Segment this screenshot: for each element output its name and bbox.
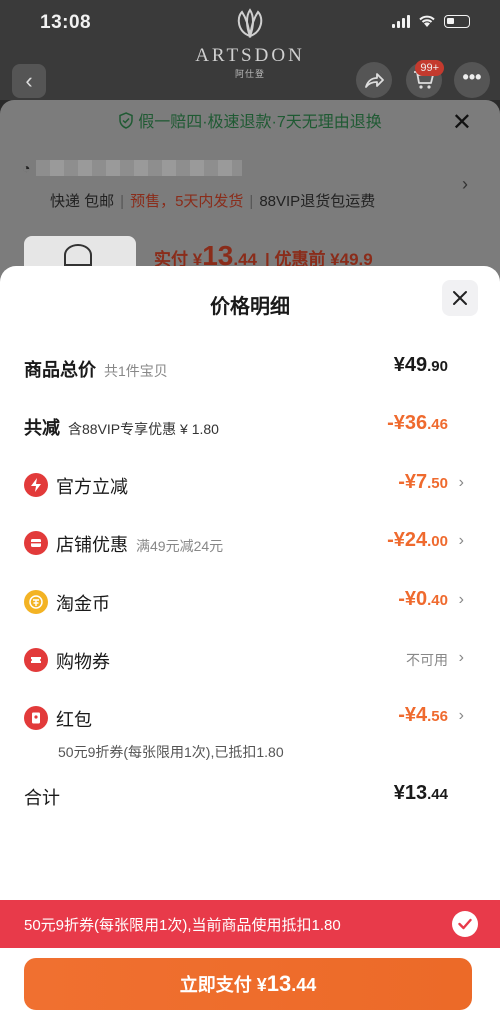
chevron-right-icon: › <box>458 649 464 666</box>
promo-text: 50元9折券(每张限用1次),当前商品使用抵扣1.80 <box>24 917 341 934</box>
product-thumbnail <box>24 236 136 270</box>
battery-icon <box>444 14 470 28</box>
leaf-logo-icon <box>237 8 263 39</box>
red-packet-icon <box>24 706 48 730</box>
ship-vip: 88VIP退货包运费 <box>259 193 376 210</box>
ship-presale: 预售，5天内发货 <box>130 193 244 210</box>
row-label: 合计 <box>24 788 60 808</box>
price-detail-sheet: 价格明细 商品总价 共1件宝贝 ¥49.90 共减 含88VIP专享优惠 ¥ 1.8… <box>0 266 500 1019</box>
ticket-icon <box>24 648 48 672</box>
row-amount: -¥24.00 <box>387 529 448 551</box>
row-label: 共减 含88VIP专享优惠 ¥ 1.80 <box>24 418 219 438</box>
sheet-title: 价格明细 <box>210 296 290 318</box>
row-sub: 共1件宝贝 <box>104 363 168 379</box>
close-icon <box>453 291 467 305</box>
close-button[interactable] <box>442 280 478 316</box>
store-icon <box>24 531 48 555</box>
chevron-left-icon: ‹ <box>25 68 33 93</box>
back-button[interactable]: ‹ <box>12 64 46 98</box>
guarantee-text: 假一赔四·极速退款·7天无理由退换 <box>138 114 382 131</box>
row-total-discount: 共减 含88VIP专享优惠 ¥ 1.80 -¥36.46 <box>24 412 472 442</box>
close-icon[interactable]: ✕ <box>452 108 472 137</box>
row-label: 淘金币 <box>56 594 110 614</box>
row-grand-total: 合计 ¥13.44 <box>24 782 472 812</box>
red-packet-note: 50元9折券(每张限用1次),已抵扣1.80 <box>58 744 284 760</box>
share-icon <box>365 73 384 88</box>
ship-express: 快递 包邮 <box>50 193 115 210</box>
row-label: 商品总价 共1件宝贝 <box>24 360 168 380</box>
share-button[interactable] <box>356 62 392 98</box>
row-label: 购物券 <box>56 652 110 672</box>
brand-name: ARTSDON <box>195 45 305 66</box>
coupon-promo-bar[interactable]: 50元9折券(每张限用1次),当前商品使用抵扣1.80 <box>0 900 500 948</box>
shipping-row[interactable]: ◔ 快递 包邮 | 预售，5天内发货 | 88VIP退货包运费 › <box>22 156 478 216</box>
pay-now-button[interactable]: 立即支付 ¥13.44 <box>24 958 472 1010</box>
chevron-right-icon: › <box>462 174 468 194</box>
cart-count-badge: 99+ <box>415 60 444 76</box>
wifi-icon <box>419 15 435 27</box>
row-label: 红包 <box>56 710 92 730</box>
signal-icon <box>392 14 410 28</box>
row-amount: -¥4.56 <box>398 704 448 726</box>
address-redacted <box>36 160 242 176</box>
coin-icon <box>24 590 48 614</box>
brand-subtitle: 阿仕登 <box>234 69 265 79</box>
row-amount: -¥7.50 <box>398 471 448 493</box>
checkmark-icon[interactable] <box>452 911 478 937</box>
row-taojinbi[interactable]: 淘金币 -¥0.40 › <box>24 588 472 618</box>
row-label: 官方立减 <box>56 477 128 497</box>
row-shopping-voucher[interactable]: 购物券 不可用 › <box>24 646 472 676</box>
more-button[interactable]: ••• <box>454 62 490 98</box>
row-red-packet[interactable]: 红包 -¥4.56 › <box>24 704 472 734</box>
chevron-right-icon: › <box>458 707 464 724</box>
chevron-right-icon: › <box>458 591 464 608</box>
lightning-icon <box>24 473 48 497</box>
pay-int: 13 <box>266 971 292 996</box>
row-amount: ¥49.90 <box>393 354 448 376</box>
status-time: 13:08 <box>40 12 92 33</box>
status-icons <box>392 14 470 28</box>
chevron-right-icon: › <box>458 474 464 491</box>
row-sub: 含88VIP专享优惠 ¥ 1.80 <box>68 421 219 437</box>
location-icon: ◔ <box>22 160 31 176</box>
row-total-price: 商品总价 共1件宝贝 ¥49.90 <box>24 354 472 384</box>
row-amount: -¥0.40 <box>398 588 448 610</box>
shield-icon <box>119 112 133 129</box>
row-label: 店铺优惠 满49元减24元 <box>56 535 224 555</box>
pay-dec: .44 <box>291 975 317 995</box>
shipping-info: 快递 包邮 | 预售，5天内发货 | 88VIP退货包运费 <box>50 193 376 210</box>
row-amount: -¥36.46 <box>387 412 448 434</box>
row-official-discount[interactable]: 官方立减 -¥7.50 › <box>24 471 472 501</box>
brand-logo: ARTSDON 阿仕登 <box>188 8 312 80</box>
pay-label: 立即支付 ¥ <box>179 975 267 995</box>
row-amount: ¥13.44 <box>393 782 448 804</box>
row-status: 不可用 <box>406 652 448 668</box>
row-sub: 满49元减24元 <box>136 538 224 554</box>
row-store-discount[interactable]: 店铺优惠 满49元减24元 -¥24.00 › <box>24 529 472 559</box>
chevron-right-icon: › <box>458 532 464 549</box>
guarantee-banner: 假一赔四·极速退款·7天无理由退换 <box>0 108 500 132</box>
